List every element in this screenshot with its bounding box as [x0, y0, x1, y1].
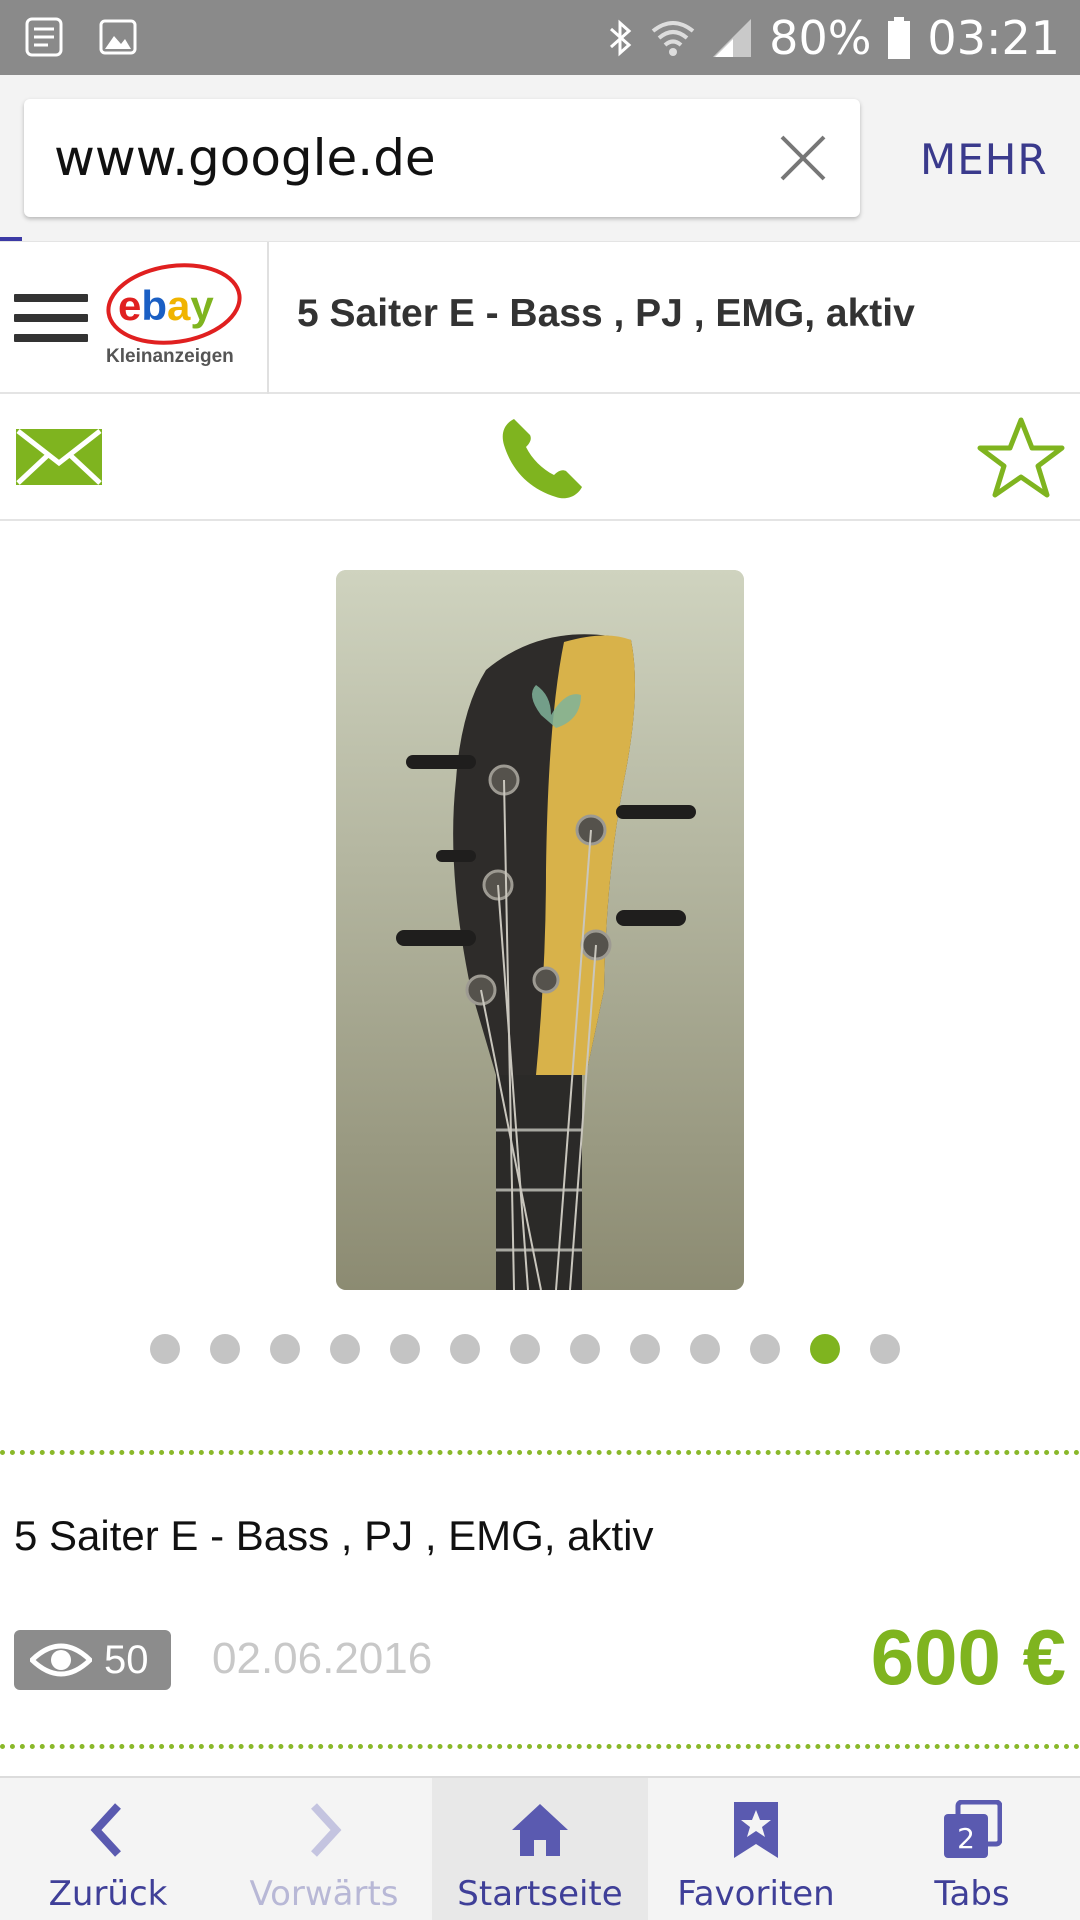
tabs-label: Tabs — [934, 1874, 1010, 1914]
site-header: ebay Kleinanzeigen 5 Saiter E - Bass , P… — [0, 241, 1080, 394]
view-count: 50 — [104, 1638, 149, 1682]
listing-date: 02.06.2016 — [212, 1634, 433, 1683]
battery-icon — [888, 16, 911, 59]
bluetooth-icon — [610, 19, 632, 56]
svg-text:ebay: ebay — [118, 282, 214, 329]
pagination-dot[interactable] — [570, 1334, 600, 1364]
phone-icon[interactable] — [496, 413, 586, 503]
pagination-dot[interactable] — [270, 1334, 300, 1364]
pagination-dot[interactable] — [390, 1334, 420, 1364]
browser-toolbar: www.google.de MEHR — [0, 75, 1080, 241]
favorites-button[interactable]: Favoriten — [648, 1778, 864, 1920]
more-button[interactable]: MEHR — [920, 135, 1048, 184]
favorites-label: Favoriten — [677, 1874, 835, 1914]
status-bar: 80% 03:21 — [0, 0, 1080, 75]
pagination-dot[interactable] — [330, 1334, 360, 1364]
clear-url-icon[interactable] — [776, 131, 830, 185]
home-icon — [512, 1804, 568, 1856]
tab-count: 2 — [957, 1822, 975, 1855]
divider-bottom — [0, 1744, 1080, 1749]
bookmark-star-icon — [734, 1802, 778, 1858]
pagination-dot[interactable] — [630, 1334, 660, 1364]
pagination-dot[interactable] — [810, 1334, 840, 1364]
clipboard-notification-icon — [25, 17, 63, 57]
divider-top — [0, 1450, 1080, 1455]
svg-text:Kleinanzeigen: Kleinanzeigen — [106, 346, 234, 367]
listing-price: 600 € — [870, 1613, 1066, 1701]
ebay-kleinanzeigen-logo[interactable]: ebay Kleinanzeigen — [104, 262, 248, 372]
image-notification-icon — [99, 19, 137, 55]
pagination-dot[interactable] — [750, 1334, 780, 1364]
pagination-dot[interactable] — [210, 1334, 240, 1364]
pagination-dot[interactable] — [870, 1334, 900, 1364]
tabs-button[interactable]: 2 Tabs — [864, 1778, 1080, 1920]
back-button[interactable]: Zurück — [0, 1778, 216, 1920]
favorite-star-icon[interactable] — [976, 415, 1066, 501]
forward-label: Vorwärts — [249, 1874, 399, 1914]
contact-actions — [0, 395, 1080, 521]
pagination-dot[interactable] — [150, 1334, 180, 1364]
clock: 03:21 — [927, 10, 1060, 65]
home-label: Startseite — [457, 1874, 623, 1914]
image-pagination — [150, 1334, 930, 1364]
home-button[interactable]: Startseite — [432, 1778, 648, 1920]
header-title: 5 Saiter E - Bass , PJ , EMG, aktiv — [297, 292, 915, 335]
browser-bottom-bar: Zurück Vorwärts Startseite Favoriten 2 T… — [0, 1776, 1080, 1920]
url-field[interactable]: www.google.de — [24, 99, 860, 217]
menu-icon[interactable] — [14, 294, 88, 348]
forward-button[interactable]: Vorwärts — [216, 1778, 432, 1920]
eye-icon — [30, 1643, 92, 1677]
url-text[interactable]: www.google.de — [54, 99, 436, 217]
listing-photo[interactable] — [336, 570, 744, 1290]
back-label: Zurück — [48, 1874, 168, 1914]
tabs-icon: 2 — [944, 1800, 1002, 1858]
chevron-left-icon — [90, 1803, 121, 1857]
view-count-badge: 50 — [14, 1630, 171, 1690]
pagination-dot[interactable] — [450, 1334, 480, 1364]
pagination-dot[interactable] — [690, 1334, 720, 1364]
wifi-icon — [651, 20, 695, 56]
pagination-dot[interactable] — [510, 1334, 540, 1364]
bass-headstock-image — [336, 570, 744, 1290]
battery-percent: 80% — [769, 10, 872, 65]
listing-title: 5 Saiter E - Bass , PJ , EMG, aktiv — [14, 1512, 654, 1559]
header-divider — [267, 242, 269, 394]
signal-icon — [713, 18, 752, 57]
chevron-right-icon — [311, 1803, 342, 1857]
mail-icon[interactable] — [14, 425, 104, 489]
